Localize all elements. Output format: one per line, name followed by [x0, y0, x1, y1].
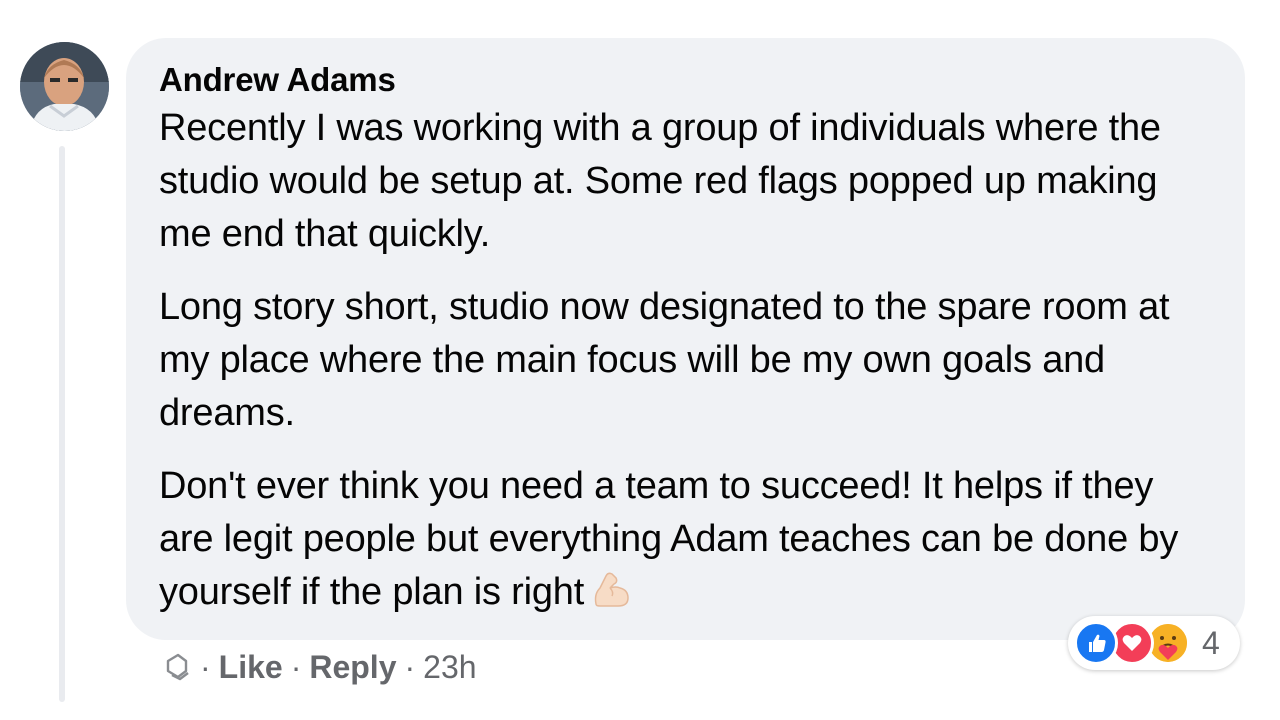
flexed-biceps-icon	[590, 566, 634, 610]
reactions-summary[interactable]: 4	[1068, 616, 1240, 670]
comment-author[interactable]: Andrew Adams	[159, 60, 1215, 100]
comment-paragraph-2: Long story short, studio now designated …	[159, 286, 1170, 434]
separator-dot: ·	[404, 648, 416, 685]
like-reaction-icon	[1074, 621, 1118, 665]
comment-paragraph-1: Recently I was working with a group of i…	[159, 107, 1161, 255]
comment-paragraph-3: Don't ever think you need a team to succ…	[159, 460, 1215, 619]
reply-button[interactable]: Reply	[309, 649, 396, 686]
separator-dot: ·	[290, 648, 302, 685]
avatar[interactable]	[20, 42, 109, 131]
comment-bubble: Andrew Adams Recently I was working with…	[126, 38, 1245, 640]
reaction-count: 4	[1202, 624, 1220, 661]
comment-timestamp[interactable]: 23h	[423, 649, 476, 686]
comment-thread: Andrew Adams Recently I was working with…	[0, 0, 1280, 720]
thread-line	[59, 146, 65, 702]
separator-dot: ·	[200, 648, 211, 685]
like-button[interactable]: Like	[219, 649, 283, 686]
edit-history-icon[interactable]	[160, 651, 192, 683]
comment-paragraph-3-text: Don't ever think you need a team to succ…	[159, 465, 1179, 613]
comment-actions: · Like · Reply · 23h	[160, 645, 477, 689]
